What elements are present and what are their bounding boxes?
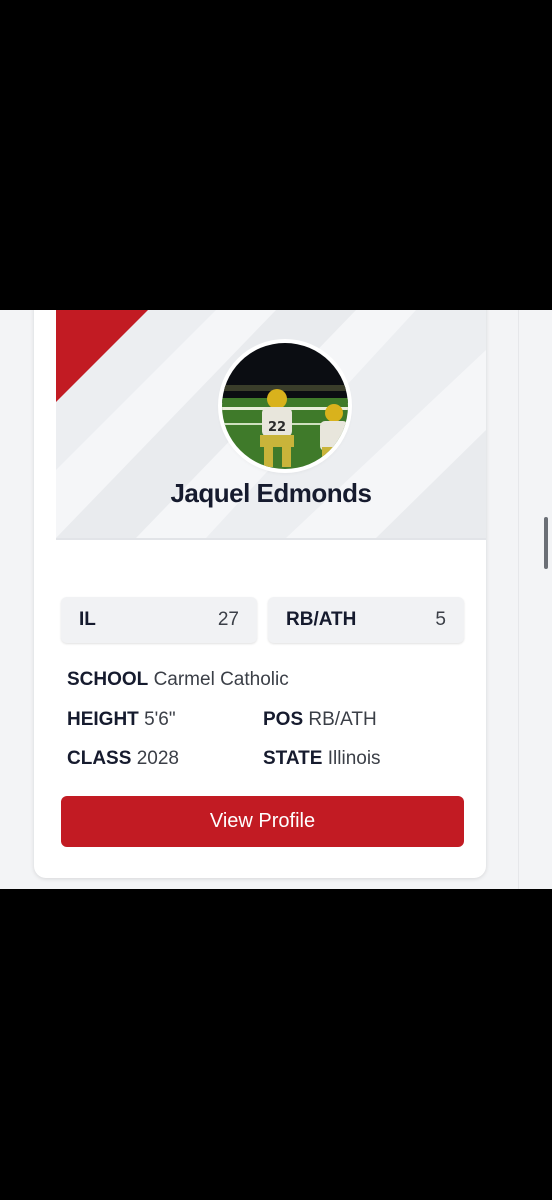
class-value: 2028 xyxy=(136,748,179,769)
state-value: Illinois xyxy=(327,748,381,769)
player-name[interactable]: Jaquel Edmonds xyxy=(56,478,486,509)
state-rank-value: 27 xyxy=(217,609,239,630)
pos-label: POS xyxy=(263,709,304,730)
page-viewport: 22 Jaquel Edmonds IL 27 RB/ATH 5 SCHOOL … xyxy=(0,310,552,889)
player-card-header: 22 Jaquel Edmonds xyxy=(56,310,486,540)
player-card: 22 Jaquel Edmonds IL 27 RB/ATH 5 SCHOOL … xyxy=(34,310,486,878)
position-rank-value: 5 xyxy=(435,609,446,630)
school-label: SCHOOL xyxy=(67,669,149,690)
class-label: CLASS xyxy=(67,748,132,769)
svg-text:22: 22 xyxy=(268,420,286,435)
height-label: HEIGHT xyxy=(67,709,139,730)
school-info: SCHOOL Carmel Catholic xyxy=(67,669,289,691)
state-label: STATE xyxy=(263,748,323,769)
view-profile-button[interactable]: View Profile xyxy=(61,796,464,847)
scrollbar-thumb[interactable] xyxy=(544,517,548,569)
pos-value: RB/ATH xyxy=(308,709,377,730)
state-rank-label: IL xyxy=(79,609,96,630)
class-info: CLASS 2028 xyxy=(67,748,179,770)
state-info: STATE Illinois xyxy=(263,748,381,770)
height-value: 5'6" xyxy=(144,709,176,730)
state-rank-box: IL 27 xyxy=(61,597,257,643)
position-info: POS RB/ATH xyxy=(263,709,377,731)
position-rank-label: RB/ATH xyxy=(286,609,357,630)
player-photo: 22 xyxy=(222,343,348,469)
position-rank-box: RB/ATH 5 xyxy=(268,597,464,643)
player-avatar[interactable]: 22 xyxy=(222,343,348,469)
school-value: Carmel Catholic xyxy=(153,669,289,690)
height-info: HEIGHT 5'6" xyxy=(67,709,176,731)
adjacent-card-edge xyxy=(518,310,552,889)
